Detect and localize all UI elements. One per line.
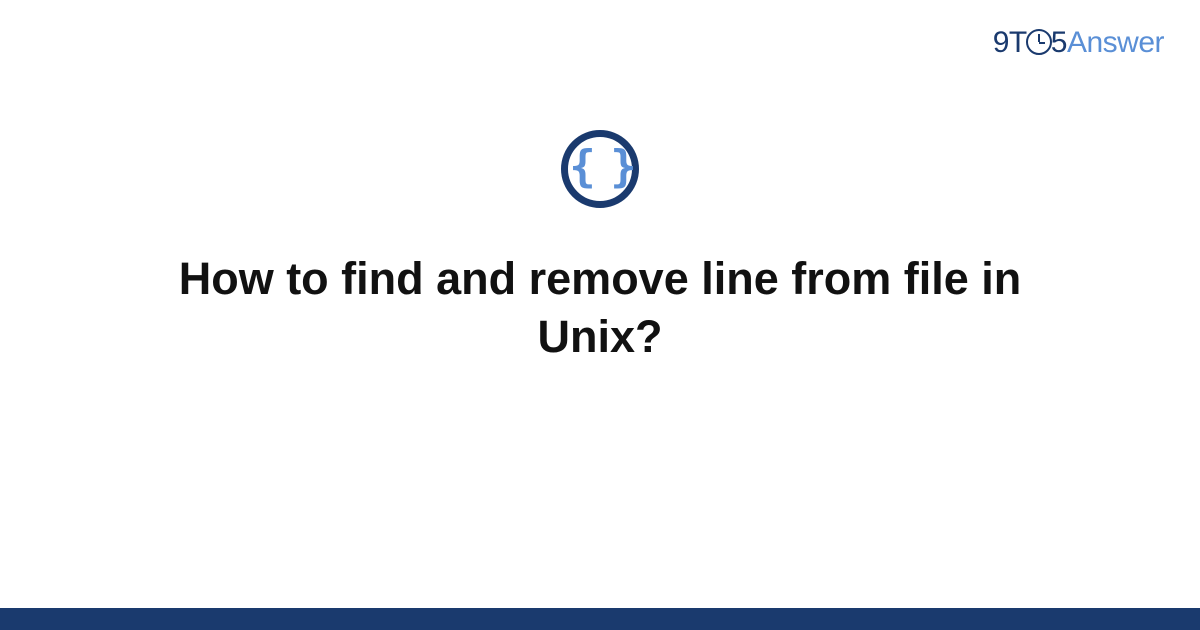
brand-prefix: 9T <box>993 26 1027 59</box>
question-title: How to find and remove line from file in… <box>110 250 1090 365</box>
main-content: { } How to find and remove line from fil… <box>0 130 1200 365</box>
brand-suffix: Answer <box>1067 26 1164 59</box>
category-badge: { } <box>561 130 639 208</box>
code-braces-icon: { } <box>569 145 630 189</box>
footer-bar <box>0 608 1200 630</box>
brand-logo: 9T 5Answer <box>993 26 1164 60</box>
brand-middle: 5 <box>1051 26 1067 59</box>
clock-icon <box>1026 29 1052 55</box>
